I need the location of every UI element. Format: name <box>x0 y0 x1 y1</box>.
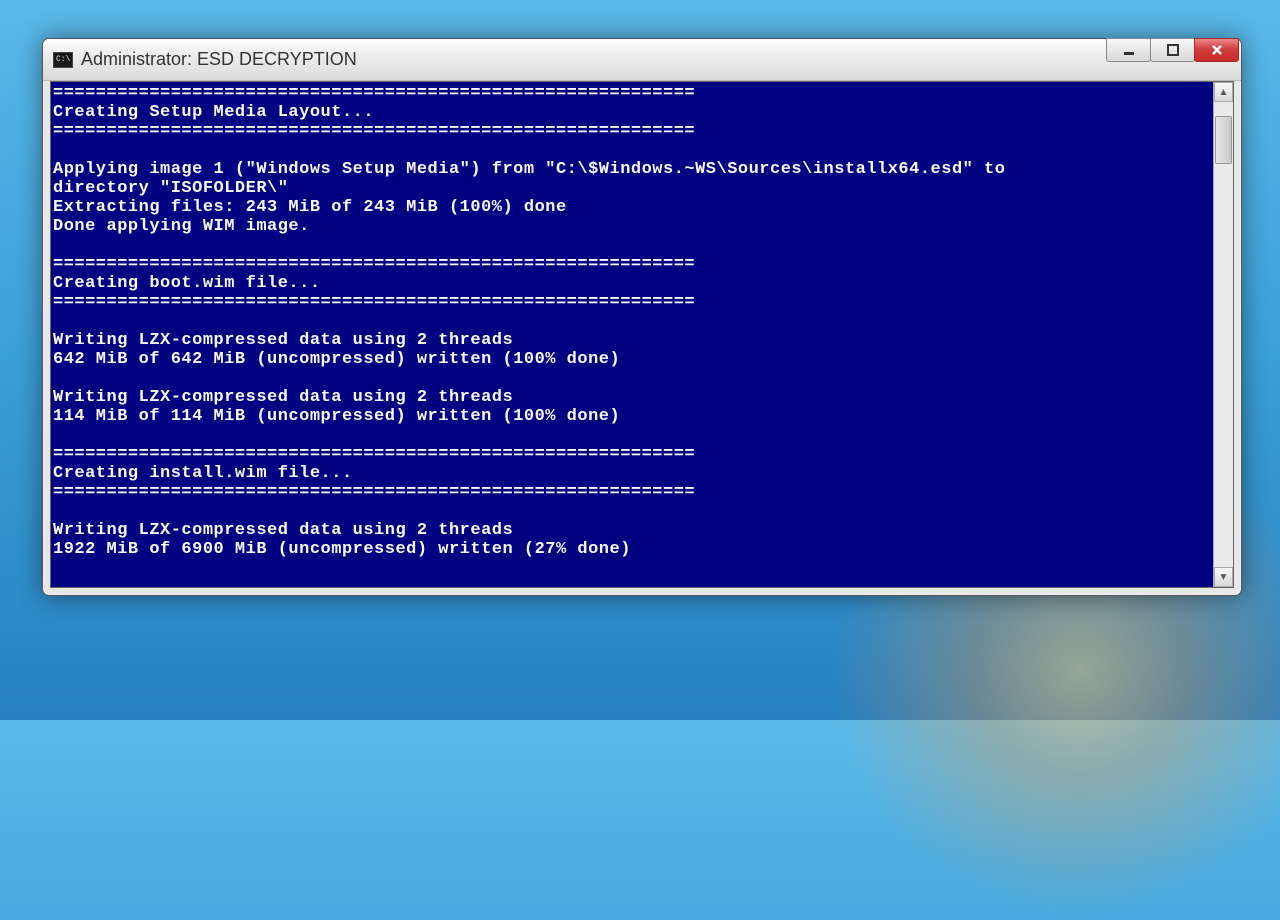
scroll-track[interactable] <box>1214 102 1233 567</box>
window-title: Administrator: ESD DECRYPTION <box>81 49 357 70</box>
titlebar[interactable]: C:\ Administrator: ESD DECRYPTION <box>43 39 1241 81</box>
maximize-button[interactable] <box>1150 38 1195 62</box>
console-client-area: ========================================… <box>50 81 1234 588</box>
minimize-button[interactable] <box>1106 38 1151 62</box>
close-button[interactable] <box>1194 38 1239 62</box>
vertical-scrollbar[interactable]: ▲ ▼ <box>1213 82 1233 587</box>
console-output[interactable]: ========================================… <box>51 82 1213 587</box>
scroll-thumb[interactable] <box>1215 116 1232 164</box>
scroll-up-arrow[interactable]: ▲ <box>1214 82 1233 102</box>
close-icon <box>1210 43 1224 57</box>
console-window: C:\ Administrator: ESD DECRYPTION ======… <box>42 38 1242 596</box>
maximize-icon <box>1167 44 1179 56</box>
cmd-icon: C:\ <box>53 52 73 68</box>
scroll-down-arrow[interactable]: ▼ <box>1214 567 1233 587</box>
window-controls <box>1107 38 1239 62</box>
minimize-icon <box>1123 44 1135 56</box>
